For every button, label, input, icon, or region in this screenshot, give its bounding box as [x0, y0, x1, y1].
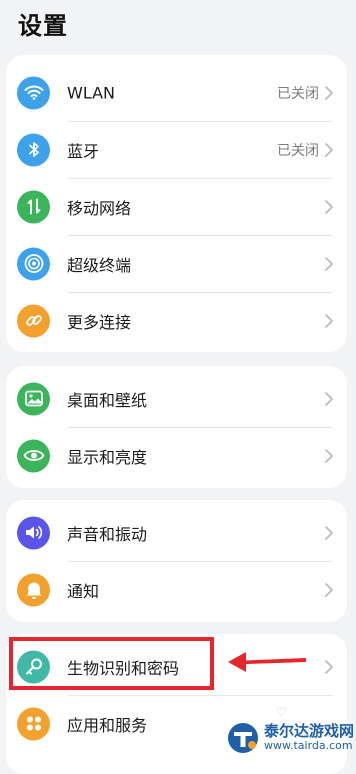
settings-item-super-device[interactable]: 超级终端: [6, 235, 347, 292]
settings-item-display-brightness[interactable]: 显示和亮度: [6, 427, 347, 484]
settings-item-label: 蓝牙: [67, 141, 100, 161]
settings-group-sound: 声音和振动 通知: [6, 500, 347, 622]
settings-item-label: 声音和振动: [67, 524, 148, 544]
settings-item-home-wallpaper[interactable]: 桌面和壁纸: [6, 370, 347, 427]
settings-item-value: 已关闭: [277, 85, 319, 102]
chevron-right-icon: [325, 582, 333, 597]
super-device-icon: [17, 247, 50, 280]
bluetooth-icon: [17, 133, 50, 166]
wifi-icon: [17, 76, 50, 109]
heart-icon: ♡: [276, 705, 287, 719]
settings-group-display: 桌面和壁纸 显示和亮度: [6, 366, 347, 488]
watermark-name: 泰尔达游戏网: [264, 722, 355, 741]
settings-item-label: 更多连接: [67, 312, 132, 332]
watermark-url: www.tairda.com: [264, 739, 353, 753]
apps-icon: [17, 707, 50, 740]
chevron-right-icon: [325, 142, 333, 157]
mobile-data-icon: [17, 190, 50, 223]
settings-item-label: 移动网络: [67, 198, 132, 218]
watermark-logo-icon: [226, 721, 260, 755]
annotation-highlight-box: [9, 637, 214, 690]
settings-item-mobile-network[interactable]: 移动网络: [6, 178, 347, 235]
chevron-right-icon: [325, 659, 333, 674]
watermark: 泰尔达游戏网 www.tairda.com: [226, 718, 354, 758]
settings-item-notifications[interactable]: 通知: [6, 561, 347, 618]
chevron-right-icon: [325, 448, 333, 463]
bell-icon: [17, 573, 50, 606]
annotation-arrow: [228, 652, 306, 672]
link-icon: [17, 304, 50, 337]
settings-item-label: WLAN: [67, 83, 116, 102]
wallpaper-icon: [17, 382, 50, 415]
settings-item-label: 应用和服务: [67, 715, 148, 735]
eye-icon: [17, 439, 50, 472]
settings-item-more-connections[interactable]: 更多连接: [6, 292, 347, 349]
settings-item-bluetooth[interactable]: 蓝牙 已关闭: [6, 121, 347, 178]
chevron-right-icon: [325, 199, 333, 214]
settings-item-wlan[interactable]: WLAN 已关闭: [6, 64, 347, 121]
chevron-right-icon: [325, 313, 333, 328]
settings-item-label: 桌面和壁纸: [67, 390, 148, 410]
settings-item-label: 通知: [67, 581, 100, 601]
speaker-icon: [17, 516, 50, 549]
settings-group-connectivity: WLAN 已关闭 蓝牙 已关闭 移动网络 超级终端 更多连接: [6, 55, 347, 352]
settings-item-label: 显示和亮度: [67, 447, 148, 467]
page-title: 设置: [18, 12, 68, 40]
chevron-right-icon: [325, 256, 333, 271]
settings-item-value: 已关闭: [277, 142, 319, 159]
settings-item-sound-vibration[interactable]: 声音和振动: [6, 504, 347, 561]
chevron-right-icon: [325, 85, 333, 100]
settings-item-label: 超级终端: [67, 255, 132, 275]
chevron-right-icon: [325, 525, 333, 540]
chevron-right-icon: [325, 391, 333, 406]
